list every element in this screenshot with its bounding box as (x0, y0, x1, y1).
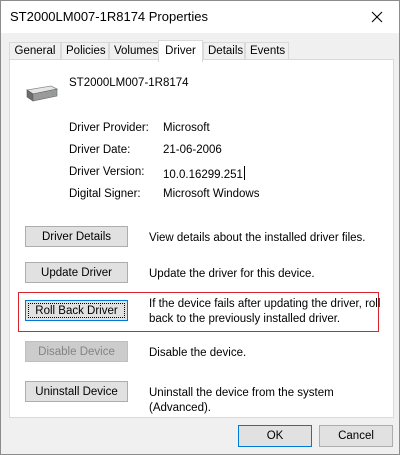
uninstall-device-button[interactable]: Uninstall Device (25, 381, 128, 402)
roll-back-driver-description: If the device fails after updating the d… (149, 298, 381, 325)
digital-signer-value: Microsoft Windows (163, 188, 260, 200)
close-button[interactable] (355, 1, 399, 32)
digital-signer-label: Digital Signer: (69, 188, 141, 200)
disable-device-button[interactable]: Disable Device (25, 341, 128, 362)
driver-date-label: Driver Date: (69, 144, 131, 156)
driver-details-button[interactable]: Driver Details (25, 226, 128, 247)
update-driver-description: Update the driver for this device. (149, 268, 315, 280)
text-caret (243, 166, 245, 180)
driver-provider-value: Microsoft (163, 122, 210, 134)
close-icon (371, 11, 383, 22)
properties-dialog: ST2000LM007-1R8174 Properties General Po… (0, 0, 400, 455)
device-name: ST2000LM007-1R8174 (69, 77, 189, 89)
driver-version-value: 10.0.16299.251 (163, 169, 243, 181)
driver-date-value: 21-06-2006 (163, 144, 222, 156)
driver-version-label: Driver Version: (69, 166, 145, 178)
driver-tab-panel: ST2000LM007-1R8174 Driver Provider: Micr… (9, 59, 394, 418)
window-title: ST2000LM007-1R8174 Properties (10, 9, 209, 24)
uninstall-device-description: Uninstall the device from the system (Ad… (149, 387, 334, 414)
driver-version-field[interactable]: 10.0.16299.251 (163, 166, 245, 181)
disable-device-description: Disable the device. (149, 347, 247, 359)
driver-provider-label: Driver Provider: (69, 122, 149, 134)
ok-button[interactable]: OK (238, 425, 312, 447)
title-bar[interactable]: ST2000LM007-1R8174 Properties (1, 1, 399, 33)
tab-driver[interactable]: Driver (158, 40, 203, 62)
roll-back-driver-button[interactable]: Roll Back Driver (25, 300, 128, 321)
driver-details-description: View details about the installed driver … (149, 232, 366, 244)
cancel-button[interactable]: Cancel (319, 425, 393, 447)
disk-drive-icon (25, 85, 59, 102)
update-driver-button[interactable]: Update Driver (25, 262, 128, 283)
